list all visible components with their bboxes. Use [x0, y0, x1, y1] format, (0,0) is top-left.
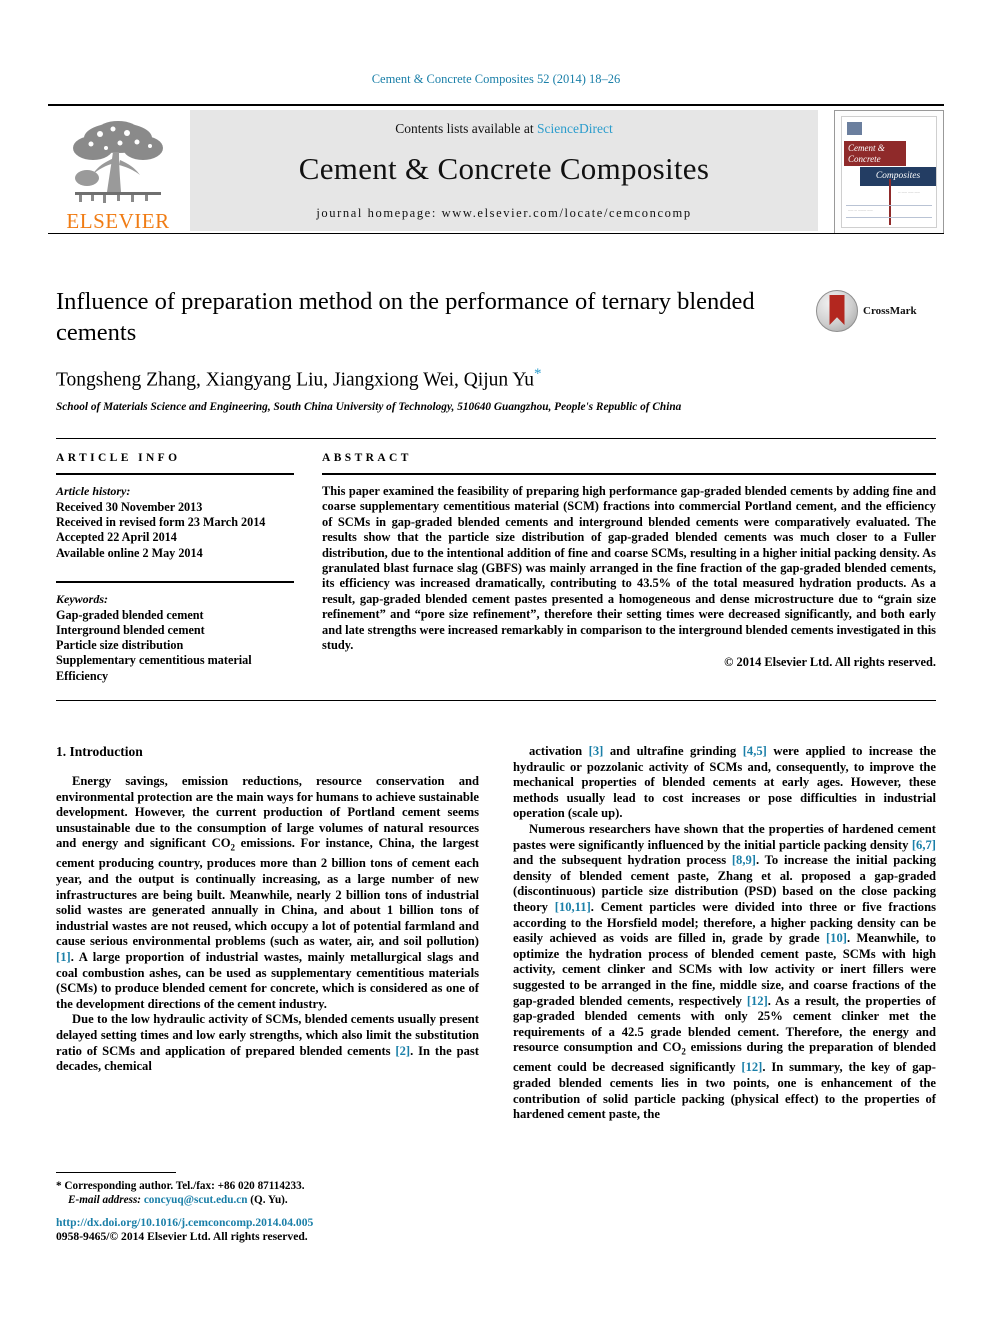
contents-box: Contents lists available at ScienceDirec… [190, 110, 818, 231]
paragraph: Due to the low hydraulic activity of SCM… [56, 1012, 479, 1074]
cover-microtext-2: —— — ——— —— [848, 209, 873, 212]
cover-vertical-rule [889, 179, 891, 225]
section-heading-introduction: 1. Introduction [56, 744, 143, 759]
journal-homepage[interactable]: journal homepage: www.elsevier.com/locat… [316, 206, 691, 221]
history-item: Available online 2 May 2014 [56, 545, 203, 560]
cover-inner: Cement & Concrete Composites — —— —— —— … [841, 116, 937, 228]
article-info-rule [56, 473, 294, 475]
body-right-column: activation [3] and ultrafine grinding [4… [513, 744, 936, 1123]
cover-title-band: Cement & Concrete [844, 141, 906, 166]
keyword-item: Gap-graded blended cement [56, 607, 204, 622]
keyword-item: Efficiency [56, 668, 109, 683]
article-info-column: ARTICLE INFO Article history: Received 3… [56, 452, 294, 684]
title-block: Influence of preparation method on the p… [56, 286, 936, 413]
journal-cover-thumbnail: Cement & Concrete Composites — —— —— —— … [834, 110, 944, 234]
history-item: Received in revised form 23 March 2014 [56, 515, 266, 530]
footnote-corresponding: * Corresponding author. Tel./fax: +86 02… [56, 1180, 305, 1192]
sciencedirect-link[interactable]: ScienceDirect [537, 121, 613, 136]
cover-publisher-icon [847, 122, 862, 135]
doi-link[interactable]: http://dx.doi.org/10.1016/j.cemconcomp.2… [56, 1216, 556, 1230]
contents-prefix: Contents lists available at [395, 121, 537, 136]
author-list: Tongsheng Zhang, Xiangyang Liu, Jiangxio… [56, 366, 936, 392]
contents-available-line: Contents lists available at ScienceDirec… [395, 121, 612, 137]
info-abstract-section: ARTICLE INFO Article history: Received 3… [56, 438, 936, 701]
footer-identifiers: http://dx.doi.org/10.1016/j.cemconcomp.2… [56, 1216, 556, 1244]
footnote-email-line: E-mail address: concyuq@scut.edu.cn (Q. … [56, 1193, 479, 1207]
crossmark-label: CrossMark [863, 305, 917, 317]
masthead-bottom-rule [48, 233, 944, 234]
cover-rule-1 [846, 205, 932, 206]
crossmark-badge-group[interactable]: CrossMark [816, 288, 928, 334]
crossmark-icon [816, 290, 858, 332]
article-page: Cement & Concrete Composites 52 (2014) 1… [0, 0, 992, 1323]
paragraph-text: Numerous researchers have shown that the… [513, 821, 937, 1122]
paragraph-text: Due to the low hydraulic activity of SCM… [56, 1012, 479, 1074]
page-title: Influence of preparation method on the p… [56, 288, 755, 346]
abstract-text: This paper examined the feasibility of p… [322, 484, 936, 653]
history-item: Accepted 22 April 2014 [56, 530, 177, 545]
article-info-heading: ARTICLE INFO [56, 452, 181, 464]
cover-subtitle-band: Composites [860, 167, 936, 186]
body-left-column: 1. Introduction Energy savings, emission… [56, 744, 479, 1123]
keyword-item: Supplementary cementitious material [56, 653, 252, 668]
article-history-label: Article history: [56, 484, 131, 498]
cover-title-line1: Cement & [848, 143, 885, 153]
cover-rule-2 [846, 217, 932, 218]
journal-masthead: ELSEVIER Contents lists available at Sci… [48, 104, 944, 234]
issn-copyright-line: 0958-9465/© 2014 Elsevier Ltd. All right… [56, 1230, 308, 1243]
keywords-label: Keywords: [56, 591, 108, 606]
email-suffix: (Q. Yu). [250, 1194, 288, 1206]
history-item: Received 30 November 2013 [56, 500, 203, 514]
paragraph-text: activation [3] and ultrafine grinding [4… [513, 744, 936, 821]
corresponding-author-footnote: * Corresponding author. Tel./fax: +86 02… [56, 1172, 479, 1207]
journal-title: Cement & Concrete Composites [298, 151, 710, 186]
paragraph: activation [3] and ultrafine grinding [4… [513, 744, 936, 822]
paragraph-text: Energy savings, emission reductions, res… [56, 774, 479, 1011]
info-bottom-rule [56, 700, 936, 701]
author-names: Tongsheng Zhang, Xiangyang Liu, Jiangxio… [56, 369, 535, 391]
cover-microtext-1: — —— —— —— [898, 191, 921, 194]
footnote-rule [56, 1172, 176, 1173]
abstract-rule [322, 473, 936, 475]
email-label: E-mail address: [68, 1194, 142, 1206]
running-head: Cement & Concrete Composites 52 (2014) 1… [371, 72, 621, 86]
info-top-rule [56, 438, 936, 439]
paragraph: Numerous researchers have shown that the… [513, 822, 936, 1123]
masthead-top-rule [48, 104, 944, 106]
abstract-column: ABSTRACT This paper examined the feasibi… [322, 452, 936, 684]
keywords-rule [56, 580, 294, 583]
elsevier-tree-icon [73, 121, 163, 203]
abstract-copyright: © 2014 Elsevier Ltd. All rights reserved… [724, 655, 936, 670]
corresponding-author-marker: * [534, 366, 542, 382]
elsevier-wordmark: ELSEVIER [66, 209, 170, 233]
email-link[interactable]: concyuq@scut.edu.cn [144, 1194, 248, 1206]
cover-title-line2: Concrete [848, 154, 881, 164]
keyword-item: Particle size distribution [56, 638, 184, 653]
body-columns: 1. Introduction Energy savings, emission… [56, 744, 936, 1123]
paragraph: Energy savings, emission reductions, res… [56, 774, 479, 1012]
elsevier-logo: ELSEVIER [48, 110, 188, 232]
abstract-heading: ABSTRACT [322, 452, 412, 464]
affiliation: School of Materials Science and Engineer… [56, 400, 682, 413]
keyword-item: Interground blended cement [56, 623, 205, 638]
